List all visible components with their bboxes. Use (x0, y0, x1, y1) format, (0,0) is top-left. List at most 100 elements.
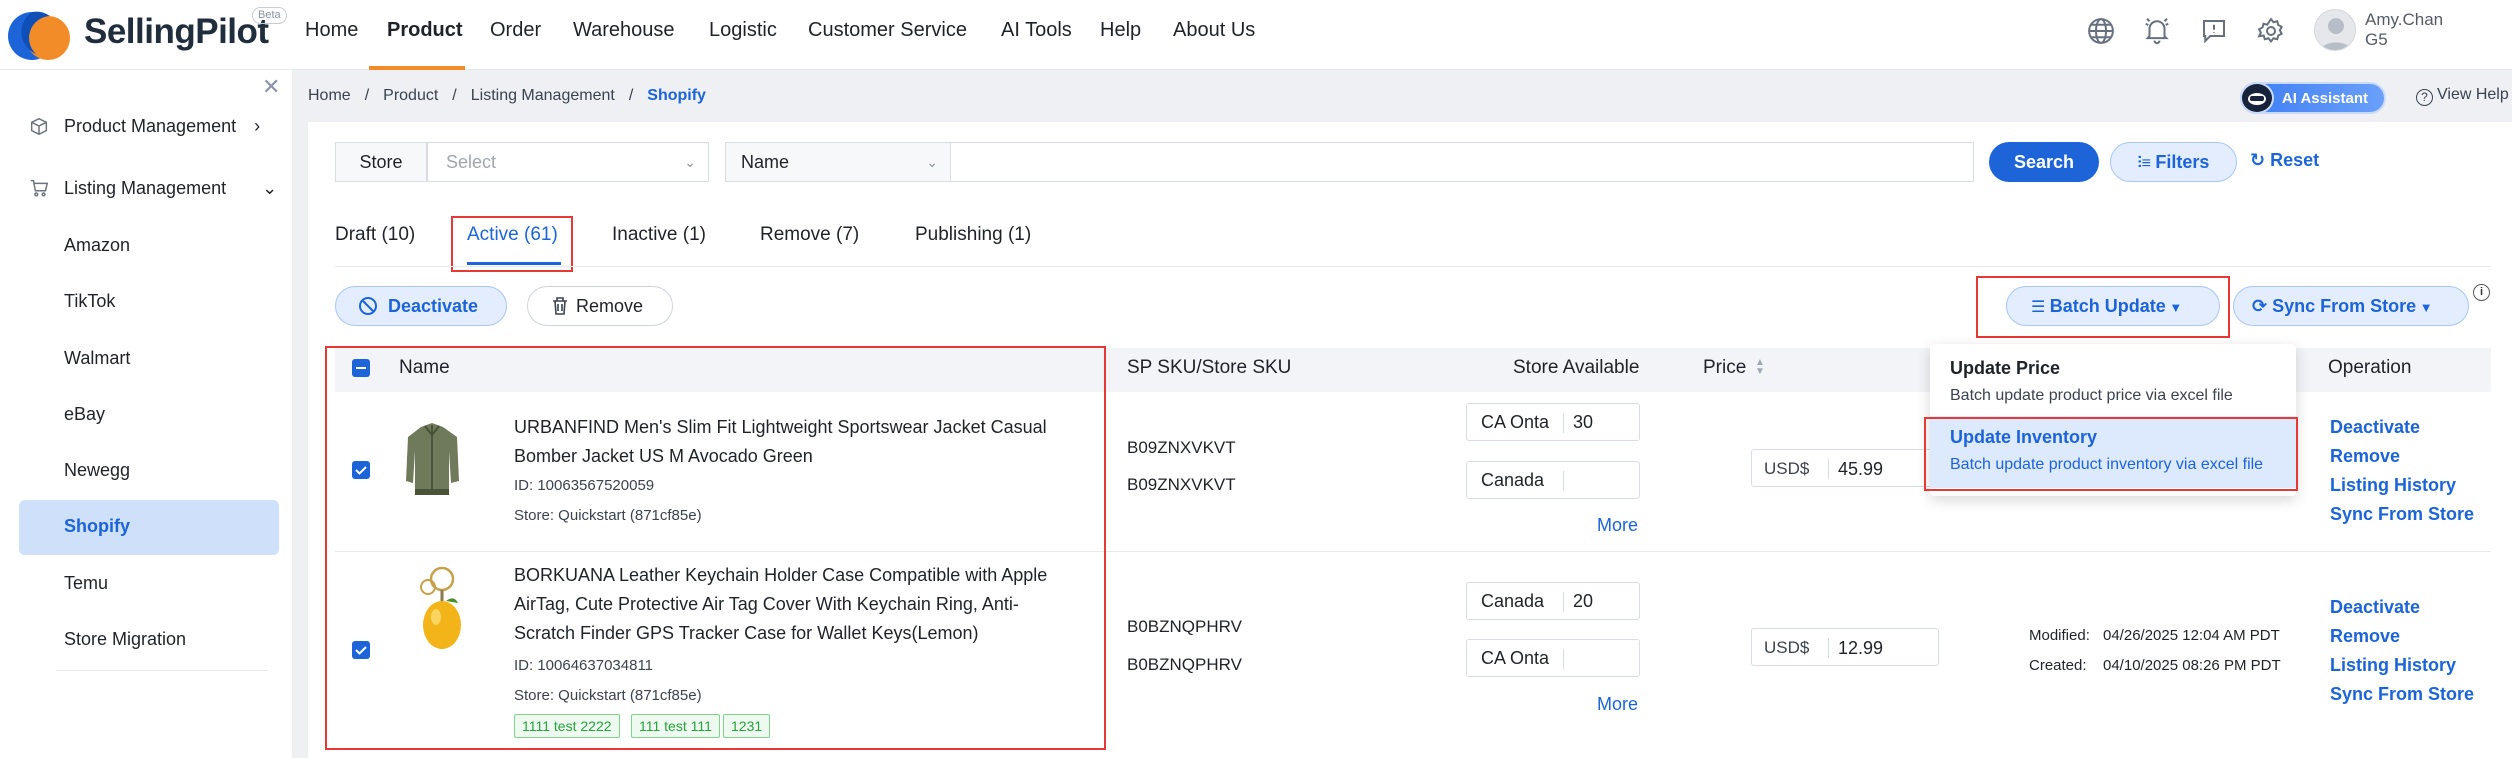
message-icon[interactable] (2199, 16, 2229, 46)
inventory-location: CA Onta (1481, 648, 1550, 668)
sidebar-item-tiktok[interactable]: TikTok (64, 291, 115, 312)
chevron-down-icon: ⌄ (684, 154, 696, 170)
nav-active-indicator (369, 66, 465, 70)
remove-link[interactable]: Remove (2330, 626, 2400, 647)
search-field-select[interactable]: Name ⌄ (725, 142, 951, 182)
sidebar-item-newegg[interactable]: Newegg (64, 460, 130, 481)
sidebar-group-label: Listing Management (64, 177, 227, 198)
reset-button[interactable]: ↻ Reset (2250, 150, 2319, 171)
nav-ai-tools[interactable]: AI Tools (1001, 19, 1072, 42)
remove-button[interactable]: Remove (527, 286, 673, 326)
brand-name[interactable]: SellingPilot (84, 12, 269, 52)
nav-about-us[interactable]: About Us (1173, 19, 1255, 42)
inventory-input[interactable]: Canada 20 (1466, 582, 1640, 620)
user-level: G5 (2365, 30, 2388, 49)
inventory-input[interactable]: Canada (1466, 461, 1640, 499)
product-box-icon (30, 117, 48, 136)
tab-draft[interactable]: Draft (10) (335, 224, 415, 246)
inventory-input[interactable]: CA Onta (1466, 639, 1640, 677)
price-input[interactable]: USD$ 12.99 (1751, 628, 1939, 666)
nav-product[interactable]: Product (387, 19, 463, 42)
avatar[interactable] (2314, 9, 2356, 51)
beta-badge: Beta (252, 7, 287, 24)
sidebar (0, 70, 292, 758)
sidebar-item-walmart[interactable]: Walmart (64, 348, 130, 369)
breadcrumb-home[interactable]: Home (308, 87, 351, 105)
sidebar-item-shopify[interactable]: Shopify (64, 516, 130, 537)
bell-icon[interactable] (2142, 15, 2172, 45)
price-value: 45.99 (1838, 459, 1884, 479)
listing-history-link[interactable]: Listing History (2330, 655, 2456, 676)
inventory-input[interactable]: CA Onta 30 (1466, 403, 1640, 441)
globe-icon[interactable] (2086, 16, 2116, 46)
highlight-box-batch-update (1976, 276, 2230, 338)
more-link[interactable]: More (1597, 515, 1638, 536)
inventory-quantity: 30 (1573, 412, 1594, 432)
help-circle-icon: ? (2416, 89, 2433, 106)
sync-icon: ⟳ (2252, 296, 2273, 316)
user-info[interactable]: Amy.Chan G5 (2365, 10, 2443, 50)
nav-customer-service[interactable]: Customer Service (808, 19, 967, 42)
price-input[interactable]: USD$ 45.99 (1751, 449, 1939, 487)
trash-icon (553, 297, 567, 315)
close-sidebar-icon[interactable]: ✕ (262, 74, 280, 100)
tab-inactive[interactable]: Inactive (1) (612, 224, 706, 246)
menu-item-update-price[interactable]: Update Price (1950, 358, 2060, 379)
sellingpilot-logo-icon[interactable] (6, 4, 72, 64)
sort-icon[interactable]: ▲ ▼ (1755, 358, 1765, 377)
sidebar-group-product-management[interactable]: Product Management › (28, 115, 260, 137)
breadcrumb-listing-management[interactable]: Listing Management (471, 87, 615, 105)
filters-button[interactable]: ⫶≡ Filters (2110, 142, 2237, 182)
search-button[interactable]: Search (1989, 142, 2099, 182)
nav-help[interactable]: Help (1100, 19, 1141, 42)
sync-from-store-button[interactable]: ⟳ Sync From Store ▼ (2233, 286, 2469, 326)
caret-down-icon: ▼ (2416, 300, 2433, 315)
sidebar-group-listing-management[interactable]: Listing Management ⌄ (28, 177, 277, 199)
sync-from-store-link[interactable]: Sync From Store (2330, 684, 2474, 705)
ai-assistant-label: AI Assistant (2281, 89, 2368, 107)
tab-publishing[interactable]: Publishing (1) (915, 224, 1031, 246)
nav-order[interactable]: Order (490, 19, 541, 42)
top-bar (0, 0, 2512, 70)
deactivate-link[interactable]: Deactivate (2330, 417, 2420, 438)
tabs-border (335, 266, 2491, 267)
robot-icon (2240, 82, 2274, 114)
filters-label: Filters (2155, 152, 2210, 172)
highlight-box-update-inventory (1924, 417, 2298, 491)
listing-history-link[interactable]: Listing History (2330, 475, 2456, 496)
sync-from-store-link[interactable]: Sync From Store (2330, 504, 2474, 525)
sidebar-item-ebay[interactable]: eBay (64, 404, 105, 425)
sp-sku: B0BZNQPHRV (1127, 617, 1242, 636)
store-sku: B0BZNQPHRV (1127, 655, 1242, 674)
sidebar-item-temu[interactable]: Temu (64, 573, 108, 594)
view-help-link[interactable]: ? View Help (2416, 86, 2509, 106)
price-currency: USD$ (1764, 459, 1810, 478)
store-select[interactable]: Select ⌄ (427, 142, 709, 182)
sidebar-item-store-migration[interactable]: Store Migration (64, 629, 186, 650)
price-currency: USD$ (1764, 638, 1810, 657)
reset-label: Reset (2270, 150, 2320, 170)
modified-label: Modified: (2029, 627, 2090, 644)
nav-warehouse[interactable]: Warehouse (573, 19, 675, 42)
gear-icon[interactable] (2256, 16, 2286, 46)
remove-link[interactable]: Remove (2330, 446, 2400, 467)
inventory-location: Canada (1481, 591, 1545, 611)
sidebar-active-bg (19, 500, 279, 555)
breadcrumb: Home / Product / Listing Management / Shopi… (308, 87, 706, 105)
chevron-down-icon: ⌄ (262, 177, 278, 198)
store-filter-label: Store (335, 142, 427, 182)
info-icon[interactable]: i (2473, 284, 2490, 301)
breadcrumb-product[interactable]: Product (383, 87, 438, 105)
sidebar-item-amazon[interactable]: Amazon (64, 235, 130, 256)
search-input[interactable] (950, 142, 1974, 182)
tab-remove[interactable]: Remove (7) (760, 224, 859, 246)
nav-home[interactable]: Home (305, 19, 358, 42)
column-header-price[interactable]: Price (1703, 357, 1746, 379)
breadcrumb-current: Shopify (647, 87, 706, 104)
deactivate-link[interactable]: Deactivate (2330, 597, 2420, 618)
nav-logistic[interactable]: Logistic (709, 19, 777, 42)
created-date: 04/10/2025 08:26 PM PDT (2103, 657, 2281, 674)
store-sku: B09ZNXVKVT (1127, 475, 1236, 494)
price-value: 12.99 (1838, 638, 1884, 658)
more-link[interactable]: More (1597, 694, 1638, 715)
